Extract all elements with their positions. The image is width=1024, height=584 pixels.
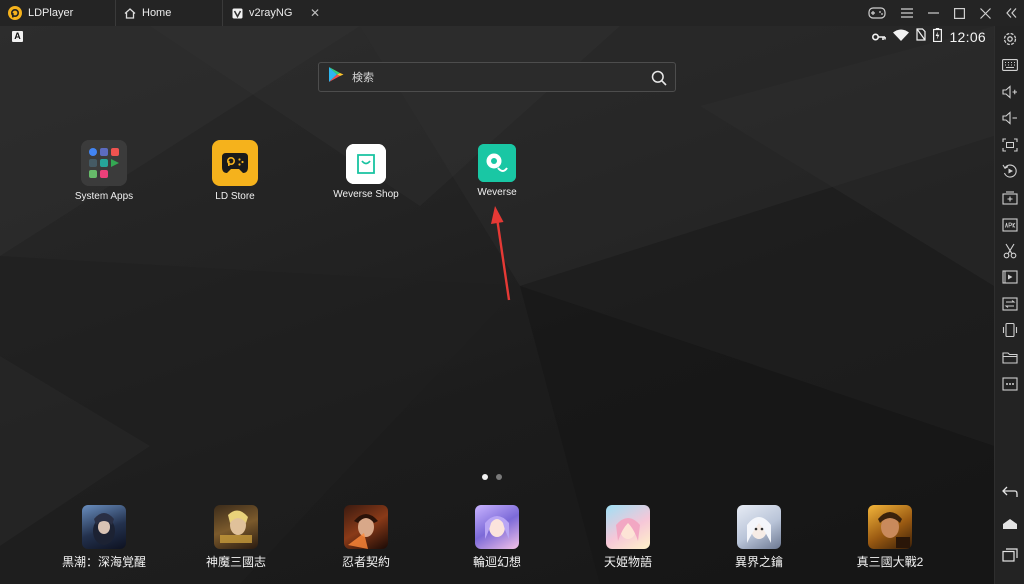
page-indicator bbox=[482, 474, 502, 480]
search-input[interactable]: 検索 bbox=[352, 69, 374, 85]
weverse-icon bbox=[478, 144, 516, 182]
dock-app-3[interactable]: 忍者契約 bbox=[311, 505, 421, 570]
sync-icon[interactable] bbox=[999, 293, 1021, 315]
dock-label-2: 神魔三國志 bbox=[205, 555, 266, 569]
game-icon-tenki bbox=[606, 505, 650, 549]
app-brand: LDPlayer bbox=[0, 0, 115, 26]
dock-app-7[interactable]: 真三國大戰2 bbox=[835, 505, 945, 570]
tab-v2rayng-label: v2rayNG bbox=[249, 7, 293, 19]
tab-home[interactable]: Home bbox=[115, 0, 222, 26]
ldplayer-window: LDPlayer Home v2rayNG ✕ A 12:06 検索 Syste… bbox=[0, 0, 1024, 584]
notification-badge: A bbox=[12, 31, 23, 42]
v2rayng-icon bbox=[231, 7, 243, 19]
annotation-arrow bbox=[491, 206, 511, 301]
clock: 12:06 bbox=[949, 29, 986, 45]
app-label-ld-store: LD Store bbox=[215, 191, 255, 202]
settings-icon[interactable] bbox=[999, 28, 1021, 50]
tab-close-icon[interactable]: ✕ bbox=[308, 6, 322, 20]
page-dot-1[interactable] bbox=[482, 474, 488, 480]
ldplayer-logo-icon bbox=[8, 6, 22, 20]
game-icon-rinne bbox=[475, 505, 519, 549]
dock-label-7: 真三國大戰2 bbox=[856, 555, 924, 569]
collapse-sidebar-icon[interactable] bbox=[998, 0, 1024, 26]
rotate-icon[interactable] bbox=[999, 160, 1021, 182]
dock-label-1: 黒潮：深海覚醒 bbox=[61, 555, 146, 569]
title-bar: LDPlayer Home v2rayNG ✕ bbox=[0, 0, 1024, 26]
recents-icon[interactable] bbox=[999, 544, 1021, 566]
system-apps-icon bbox=[81, 140, 127, 186]
minimize-icon[interactable] bbox=[920, 0, 946, 26]
dock-label-5: 天姫物語 bbox=[603, 555, 652, 569]
app-weverse-shop[interactable]: Weverse Shop bbox=[321, 140, 411, 200]
right-toolbar bbox=[994, 26, 1024, 584]
search-bar[interactable]: 検索 bbox=[318, 62, 676, 92]
game-icon-shin-sangoku bbox=[868, 505, 912, 549]
dock-app-1[interactable]: 黒潮：深海覚醒 bbox=[49, 505, 159, 570]
volume-down-icon[interactable] bbox=[999, 107, 1021, 129]
window-controls bbox=[864, 0, 1024, 26]
game-icon-kuroshio bbox=[82, 505, 126, 549]
ld-store-icon bbox=[212, 140, 258, 186]
dock-label-3: 忍者契約 bbox=[341, 555, 390, 569]
app-system-apps[interactable]: System Apps bbox=[59, 140, 149, 202]
maximize-icon[interactable] bbox=[946, 0, 972, 26]
weverse-shop-icon bbox=[346, 144, 386, 184]
shake-icon[interactable] bbox=[999, 319, 1021, 341]
page-dot-2[interactable] bbox=[496, 474, 502, 480]
battery-charging-icon bbox=[933, 27, 943, 47]
google-play-icon bbox=[328, 66, 344, 88]
dock-app-5[interactable]: 天姫物語 bbox=[573, 505, 683, 570]
record-icon[interactable] bbox=[999, 266, 1021, 288]
keyboard-mapping-icon[interactable] bbox=[999, 54, 1021, 76]
android-home-screen: A 12:06 検索 System Apps LD Store Weverse … bbox=[0, 26, 994, 584]
wallpaper bbox=[0, 26, 994, 584]
dock-app-4[interactable]: 輪迴幻想 bbox=[442, 505, 552, 570]
tab-v2rayng[interactable]: v2rayNG ✕ bbox=[222, 0, 328, 26]
add-apk-icon[interactable] bbox=[999, 187, 1021, 209]
back-icon[interactable] bbox=[999, 481, 1021, 503]
game-icon-ikai bbox=[737, 505, 781, 549]
gamepad-icon[interactable] bbox=[864, 0, 890, 26]
dock-label-6: 異界之鑰 bbox=[734, 555, 783, 569]
game-icon-shinma bbox=[214, 505, 258, 549]
app-label-weverse-shop: Weverse Shop bbox=[333, 189, 399, 200]
more-icon[interactable] bbox=[999, 373, 1021, 395]
menu-icon[interactable] bbox=[894, 0, 920, 26]
dock-label-4: 輪迴幻想 bbox=[472, 555, 521, 569]
status-bar: A 12:06 bbox=[0, 26, 994, 48]
dock-app-6[interactable]: 異界之鑰 bbox=[704, 505, 814, 570]
screenshot-icon[interactable] bbox=[999, 134, 1021, 156]
app-name: LDPlayer bbox=[28, 7, 74, 19]
app-label-weverse: Weverse bbox=[477, 187, 517, 198]
install-apk-icon[interactable] bbox=[999, 214, 1021, 236]
folder-icon[interactable] bbox=[999, 346, 1021, 368]
vpn-key-icon bbox=[872, 28, 887, 46]
home-nav-icon[interactable] bbox=[999, 513, 1021, 535]
wifi-icon bbox=[893, 28, 910, 46]
no-sim-icon bbox=[916, 28, 927, 46]
close-icon[interactable] bbox=[972, 0, 998, 26]
app-weverse[interactable]: Weverse bbox=[452, 140, 542, 198]
volume-up-icon[interactable] bbox=[999, 81, 1021, 103]
home-icon bbox=[124, 7, 136, 19]
scissors-icon[interactable] bbox=[999, 240, 1021, 262]
dock-app-2[interactable]: 神魔三國志 bbox=[181, 505, 291, 570]
game-icon-ninja bbox=[344, 505, 388, 549]
status-icons: 12:06 bbox=[872, 27, 986, 47]
tab-home-label: Home bbox=[142, 7, 172, 19]
search-icon[interactable] bbox=[651, 70, 667, 91]
app-label-system-apps: System Apps bbox=[74, 191, 134, 202]
app-ld-store[interactable]: LD Store bbox=[190, 140, 280, 202]
